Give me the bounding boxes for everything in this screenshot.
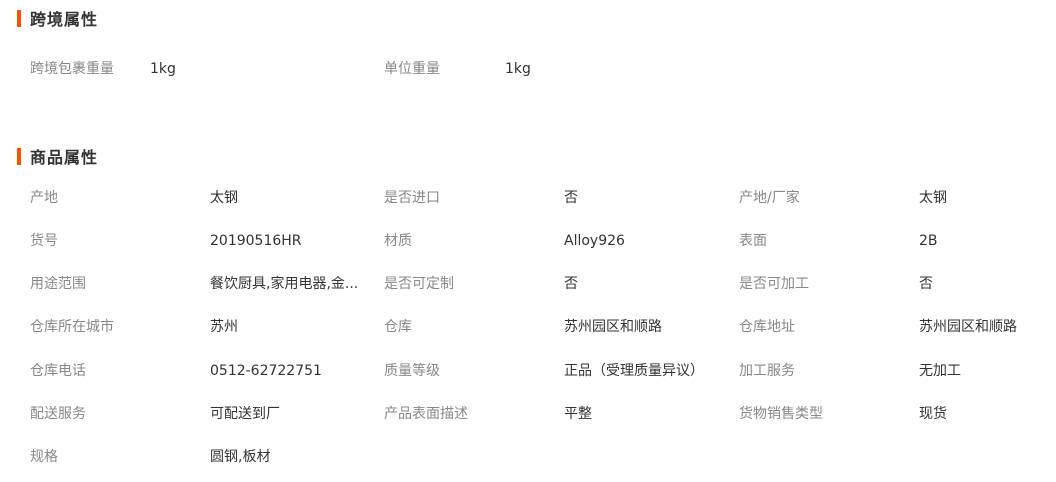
- attr-value: Alloy926: [564, 233, 625, 249]
- attr-label: 产品表面描述: [384, 406, 468, 422]
- attr-value: 餐饮厨具,家用电器,金...: [210, 276, 359, 292]
- product-section-title: 商品属性: [17, 146, 99, 167]
- attr-value: 正品（受理质量异议）: [564, 363, 704, 379]
- attr-label: 规格: [30, 449, 58, 465]
- attr-value: 2B: [919, 233, 938, 249]
- attr-value: 太钢: [919, 190, 947, 206]
- attr-value: 太钢: [210, 190, 238, 206]
- attr-label: 材质: [384, 233, 412, 249]
- attr-label: 是否进口: [384, 190, 440, 206]
- attr-value: 0512-62722751: [210, 363, 322, 379]
- attr-label: 仓库: [384, 319, 412, 335]
- attr-label: 产地/厂家: [739, 190, 800, 206]
- attr-label: 配送服务: [30, 406, 86, 422]
- attr-label: 仓库所在城市: [30, 319, 114, 335]
- attr-label: 货物销售类型: [739, 406, 823, 422]
- section-title-text: 跨境属性: [30, 10, 99, 29]
- attr-value: 无加工: [919, 363, 961, 379]
- attr-label: 加工服务: [739, 363, 795, 379]
- attr-label: 是否可定制: [384, 276, 454, 292]
- attr-value: 苏州园区和顺路: [564, 319, 662, 335]
- attr-label: 仓库地址: [739, 319, 795, 335]
- attr-value: 否: [564, 190, 578, 206]
- attr-label: 质量等级: [384, 363, 440, 379]
- attr-value: 平整: [564, 406, 592, 422]
- attr-value: 可配送到厂: [210, 406, 280, 422]
- attr-value-cross-border-weight: 1kg: [150, 61, 176, 77]
- cross-border-section-title: 跨境属性: [17, 8, 99, 29]
- attr-label: 用途范围: [30, 276, 86, 292]
- attr-value: 苏州园区和顺路: [919, 319, 1017, 335]
- attr-value: 否: [564, 276, 578, 292]
- attr-value: 否: [919, 276, 933, 292]
- attr-value-unit-weight: 1kg: [505, 61, 531, 77]
- attr-value: 20190516HR: [210, 233, 302, 249]
- attr-label: 是否可加工: [739, 276, 809, 292]
- section-accent-bar: [17, 147, 21, 165]
- attr-label-unit-weight: 单位重量: [384, 61, 440, 77]
- attr-value: 苏州: [210, 319, 238, 335]
- attr-value: 圆钢,板材: [210, 449, 271, 465]
- section-accent-bar: [17, 9, 21, 27]
- section-title-text: 商品属性: [30, 148, 99, 167]
- attr-value: 现货: [919, 406, 947, 422]
- attr-label: 货号: [30, 233, 58, 249]
- attr-label: 表面: [739, 233, 767, 249]
- attr-label-cross-border-weight: 跨境包裹重量: [30, 61, 114, 77]
- attr-label: 仓库电话: [30, 363, 86, 379]
- attr-label: 产地: [30, 190, 58, 206]
